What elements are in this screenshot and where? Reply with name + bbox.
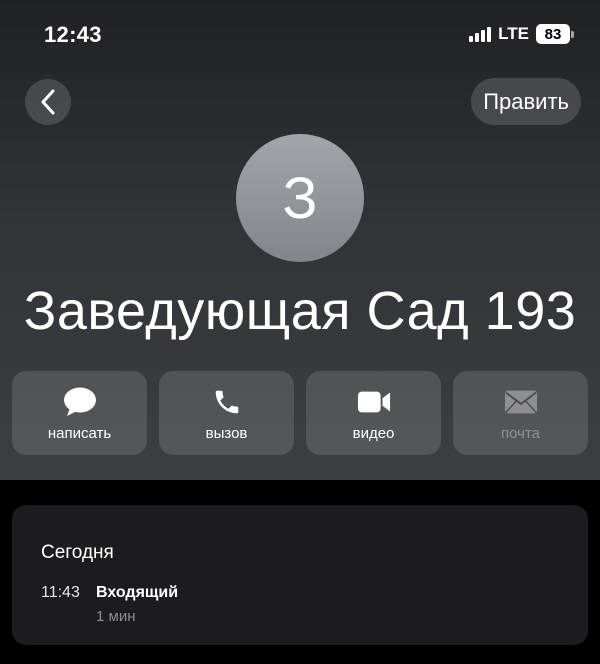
call-time: 11:43 bbox=[41, 584, 80, 601]
call-button[interactable]: вызов bbox=[159, 371, 294, 455]
message-icon bbox=[63, 385, 97, 419]
chevron-left-icon bbox=[41, 89, 55, 115]
message-label: написать bbox=[47, 424, 112, 442]
avatar[interactable]: З bbox=[236, 134, 364, 262]
phone-icon bbox=[210, 385, 244, 419]
video-button[interactable]: видео bbox=[306, 371, 441, 455]
edit-button[interactable]: Править bbox=[471, 78, 581, 125]
mail-icon bbox=[504, 385, 538, 419]
signal-icon bbox=[469, 26, 492, 42]
status-time: 12:43 bbox=[44, 22, 102, 47]
mail-button[interactable]: почта bbox=[453, 371, 588, 455]
call-history-card: Сегодня 11:43 Входящий 1 мин bbox=[12, 505, 588, 645]
history-date-title: Сегодня bbox=[41, 542, 114, 563]
contact-header: 12:43 LTE 83 Править З Заведующая Сад 19… bbox=[0, 0, 600, 480]
video-label: видео bbox=[352, 424, 395, 442]
battery-icon: 83 bbox=[536, 24, 574, 44]
call-duration: 1 мин bbox=[96, 608, 136, 625]
battery-level: 83 bbox=[536, 24, 570, 44]
call-label: вызов bbox=[205, 424, 248, 442]
contact-name: Заведующая Сад 193 bbox=[23, 281, 577, 341]
action-buttons: написать вызов видео почта bbox=[12, 371, 588, 455]
back-button[interactable] bbox=[25, 79, 71, 125]
video-icon bbox=[357, 385, 391, 419]
network-type: LTE bbox=[498, 24, 529, 43]
mail-label: почта bbox=[501, 424, 540, 442]
message-button[interactable]: написать bbox=[12, 371, 147, 455]
status-indicators: LTE 83 bbox=[469, 24, 574, 44]
call-type: Входящий bbox=[96, 584, 179, 601]
